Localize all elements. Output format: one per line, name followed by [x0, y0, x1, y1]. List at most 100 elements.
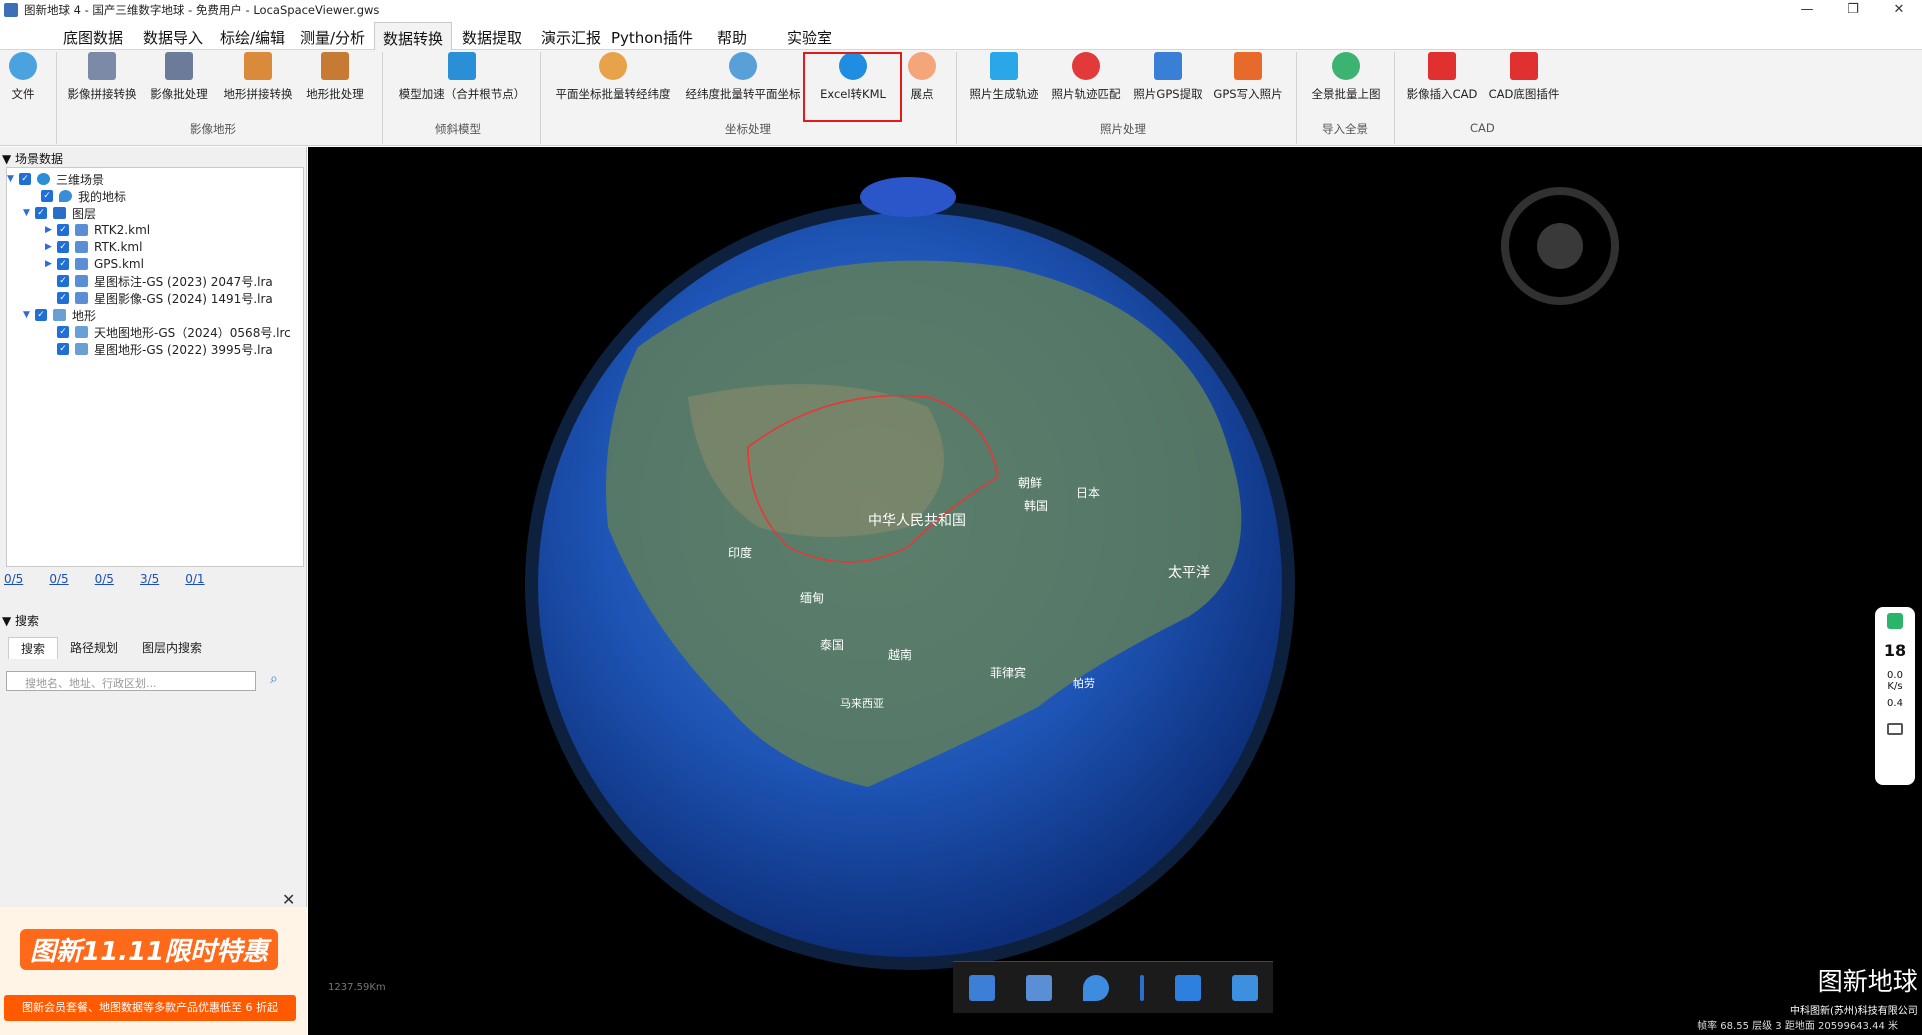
promo-title: 图新11.11限时特惠 — [20, 929, 279, 970]
search-input[interactable]: 搜地名、地址、行政区划... — [6, 671, 256, 691]
tree-item[interactable]: ▶ ✓ RTK.kml — [45, 238, 142, 256]
latlon-to-plane-button[interactable]: 经纬度批量转平面坐标 — [682, 52, 804, 108]
show-points-button[interactable]: 展点 — [902, 52, 942, 108]
tab-search[interactable]: 搜索 — [8, 637, 59, 659]
menu-python[interactable]: Python插件 — [611, 27, 693, 48]
tree-item[interactable]: ✓ 星图地形-GS (2022) 3995号.lra — [57, 340, 273, 358]
terrain-icon — [53, 309, 66, 321]
search-icon[interactable]: ⌕ — [270, 671, 278, 687]
monitor-icon — [75, 275, 88, 287]
stat-link[interactable]: 0/1 — [185, 572, 204, 586]
map-label: 太平洋 — [1168, 565, 1210, 581]
hand-icon[interactable] — [968, 974, 995, 1001]
tree-item[interactable]: ▶ ✓ RTK2.kml — [45, 221, 150, 239]
photo-gps-extract-button[interactable]: 照片GPS提取 — [1130, 52, 1206, 108]
file-button[interactable]: 文件 — [8, 52, 38, 108]
promo-banner[interactable]: 图新11.11限时特惠 图新会员套餐、地图数据等多款产品优惠低至 6 折起 — [0, 907, 307, 1035]
search-header[interactable]: ▼ 搜索 — [2, 612, 39, 629]
map-label: 泰国 — [820, 638, 844, 652]
gps-icon — [1154, 52, 1182, 80]
menu-extract[interactable]: 数据提取 — [462, 27, 522, 48]
monitor-icon — [75, 258, 88, 270]
pointer-icon[interactable] — [1025, 974, 1052, 1001]
camera-icon — [990, 52, 1018, 80]
cad-basemap-button[interactable]: CAD底图插件 — [1486, 52, 1562, 108]
maximize-button[interactable]: ❐ — [1830, 0, 1876, 20]
tree-item[interactable]: ✓ 我的地标 — [41, 187, 126, 205]
promo-subtitle: 图新会员套餐、地图数据等多款产品优惠低至 6 折起 — [4, 995, 296, 1021]
navigation-compass[interactable] — [1501, 187, 1619, 305]
photo-track-button[interactable]: 照片生成轨迹 — [966, 52, 1042, 108]
gps-icon — [1234, 52, 1262, 80]
tree-item[interactable]: ▼ ✓ 图层 — [23, 204, 96, 222]
image-batch-button[interactable]: 影像批处理 — [146, 52, 212, 108]
checkbox[interactable]: ✓ — [57, 241, 69, 253]
checkbox[interactable]: ✓ — [57, 292, 69, 304]
coordinate-icon — [729, 52, 757, 80]
chart-icon[interactable] — [1231, 974, 1258, 1001]
scene-data-header[interactable]: ▼ 场景数据 — [2, 150, 63, 167]
menu-basemap[interactable]: 底图数据 — [63, 27, 123, 48]
minimize-button[interactable]: — — [1784, 0, 1830, 20]
model-icon — [448, 52, 476, 80]
points-icon — [908, 52, 936, 80]
tree-item[interactable]: ✓ 天地图地形-GS（2024）0568号.lrc — [57, 323, 291, 341]
camera-icon[interactable] — [1887, 723, 1903, 735]
network-monitor: 18 0.0 K/s 0.4 — [1875, 607, 1915, 785]
checkbox[interactable]: ✓ — [57, 258, 69, 270]
map-label: 韩国 — [1024, 498, 1048, 513]
checkbox[interactable]: ✓ — [35, 207, 47, 219]
tab-layer-search[interactable]: 图层内搜索 — [130, 637, 214, 659]
stat-link[interactable]: 0/5 — [95, 572, 114, 586]
terrain-icon — [75, 326, 88, 338]
stat-link[interactable]: 0/5 — [49, 572, 68, 586]
image-mosaic-button[interactable]: 影像拼接转换 — [64, 52, 140, 108]
tree-item[interactable]: ▼ ✓ 三维场景 — [7, 170, 104, 188]
group-label: 倾斜模型 — [435, 122, 481, 136]
checkbox[interactable]: ✓ — [41, 190, 53, 202]
globe-icon — [37, 173, 50, 185]
checkbox[interactable]: ✓ — [35, 309, 47, 321]
menu-lab[interactable]: 实验室 — [787, 27, 832, 48]
tree-item[interactable]: ▼ ✓ 地形 — [23, 306, 96, 324]
menu-measure[interactable]: 测量/分析 — [300, 27, 365, 48]
close-button[interactable]: ✕ — [1876, 0, 1922, 20]
tree-item[interactable]: ✓ 星图标注-GS (2023) 2047号.lra — [57, 272, 273, 290]
menu-present[interactable]: 演示汇报 — [541, 27, 601, 48]
group-label: CAD — [1470, 121, 1495, 135]
stat-link[interactable]: 3/5 — [140, 572, 159, 586]
checkbox[interactable]: ✓ — [57, 326, 69, 338]
menu-import[interactable]: 数据导入 — [143, 27, 203, 48]
window-title: 图新地球 4 - 国产三维数字地球 - 免费用户 - LocaSpaceView… — [24, 3, 380, 17]
checkbox[interactable]: ✓ — [57, 275, 69, 287]
line-icon[interactable] — [1139, 974, 1144, 1001]
map-pin-icon[interactable] — [1082, 974, 1109, 1001]
menu-convert[interactable]: 数据转换 — [374, 22, 453, 51]
terrain-mosaic-button[interactable]: 地形拼接转换 — [218, 52, 298, 108]
plane-to-latlon-button[interactable]: 平面坐标批量转经纬度 — [550, 52, 676, 108]
panorama-upload-button[interactable]: 全景批量上图 — [1306, 52, 1386, 108]
photo-match-button[interactable]: 照片轨迹匹配 — [1048, 52, 1124, 108]
highlight-box — [803, 52, 902, 122]
tree-item[interactable]: ▶ ✓ GPS.kml — [45, 255, 144, 273]
menu-help[interactable]: 帮助 — [717, 27, 747, 48]
stat-link[interactable]: 0/5 — [4, 572, 23, 586]
checkbox[interactable]: ✓ — [57, 224, 69, 236]
map-pin-icon — [59, 190, 72, 202]
tab-route[interactable]: 路径规划 — [58, 637, 130, 659]
gps-write-button[interactable]: GPS写入照片 — [1212, 52, 1284, 108]
model-accelerate-button[interactable]: 模型加速（合并根节点） — [392, 52, 532, 108]
cad-icon — [1510, 52, 1538, 80]
checkbox[interactable]: ✓ — [19, 173, 31, 185]
image-to-cad-button[interactable]: 影像插入CAD — [1404, 52, 1480, 108]
monitor-icon — [75, 241, 88, 253]
group-label: 影像地形 — [190, 122, 236, 136]
polygon-icon[interactable] — [1174, 974, 1201, 1001]
map-label: 帕劳 — [1073, 676, 1095, 690]
image-mosaic-icon — [88, 52, 116, 80]
tree-item[interactable]: ✓ 星图影像-GS (2024) 1491号.lra — [57, 289, 273, 307]
terrain-batch-button[interactable]: 地形批处理 — [302, 52, 368, 108]
globe-viewer[interactable]: 中华人民共和国 朝鲜 韩国 日本 印度 缅甸 泰国 越南 菲律宾 马来西亚 帕劳… — [308, 147, 1922, 1035]
checkbox[interactable]: ✓ — [57, 343, 69, 355]
menu-draw-edit[interactable]: 标绘/编辑 — [220, 27, 285, 48]
